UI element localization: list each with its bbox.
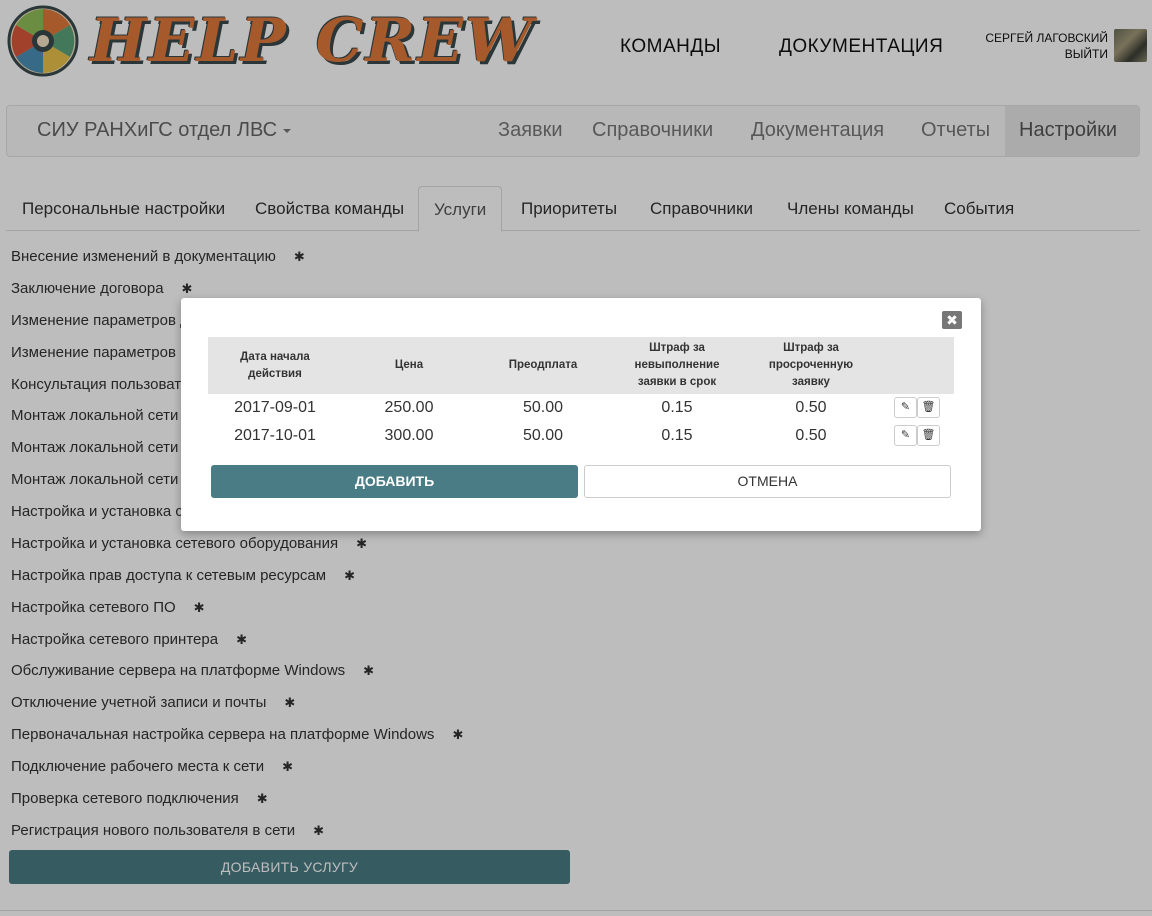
table-row: 2017-09-01 250.00 50.00 0.15 0.50 ✎ 🗑 (208, 394, 954, 422)
cell-penalty-missed: 0.15 (661, 427, 693, 444)
cell-start-date: 2017-10-01 (234, 427, 316, 444)
column-header-penalty-overdue: Штраф за просроченную заявку (768, 342, 854, 388)
column-header-start-date: Дата начала действия (240, 350, 310, 380)
cell-penalty-missed: 0.15 (661, 399, 693, 416)
cell-prepayment: 50.00 (522, 399, 564, 416)
cell-penalty-overdue: 0.50 (795, 399, 827, 416)
cell-penalty-overdue: 0.50 (795, 427, 827, 444)
column-header-penalty-missed: Штраф за невыполнение заявки в срок (634, 342, 720, 388)
table-header: Дата начала действия Цена Преодплата Штр… (208, 337, 954, 394)
cell-start-date: 2017-09-01 (234, 399, 316, 416)
column-header-prepayment: Преодплата (508, 359, 578, 371)
cell-price: 250.00 (384, 399, 434, 416)
cell-price: 300.00 (384, 427, 434, 444)
delete-trash-icon[interactable]: 🗑 (917, 397, 940, 418)
close-icon[interactable]: ✖ (942, 311, 962, 329)
add-price-button[interactable]: ДОБАВИТЬ (211, 465, 578, 498)
delete-trash-icon[interactable]: 🗑 (917, 425, 940, 446)
column-header-price: Цена (394, 359, 424, 371)
edit-pencil-icon[interactable]: ✎ (894, 425, 917, 446)
cell-prepayment: 50.00 (522, 427, 564, 444)
service-prices-dialog: ✖ Дата начала действия Цена Преодплата Ш… (181, 298, 981, 531)
edit-pencil-icon[interactable]: ✎ (894, 397, 917, 418)
cancel-button[interactable]: ОТМЕНА (584, 465, 951, 498)
table-row: 2017-10-01 300.00 50.00 0.15 0.50 ✎ 🗑 (208, 422, 954, 450)
